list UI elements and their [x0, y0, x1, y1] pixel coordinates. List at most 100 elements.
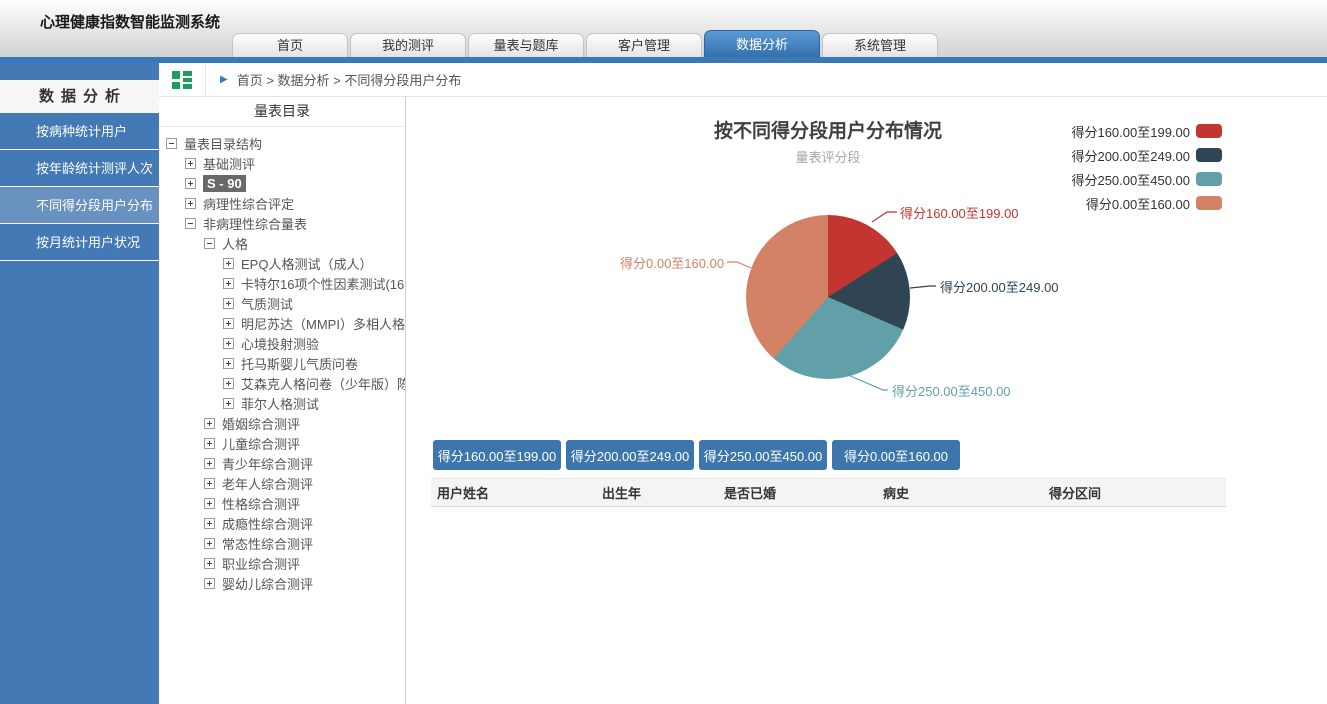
- legend-label: 得分200.00至249.00: [1071, 146, 1190, 165]
- tree-collapse-minus-icon[interactable]: [166, 138, 177, 149]
- tree-expand-plus-icon[interactable]: [204, 578, 215, 589]
- tree-node[interactable]: 职业综合测评: [159, 553, 405, 573]
- legend-label: 得分0.00至160.00: [1086, 194, 1190, 213]
- tree-node[interactable]: 明尼苏达（MMPI）多相人格测试: [159, 313, 405, 333]
- tree-expand-plus-icon[interactable]: [223, 338, 234, 349]
- tree-node[interactable]: 心境投射测验: [159, 333, 405, 353]
- tree-expand-plus-icon[interactable]: [204, 418, 215, 429]
- sidebar: 数据分析 按病种统计用户按年龄统计测评人次不同得分段用户分布按月统计用户状况: [0, 63, 159, 704]
- tree-node-label: 病理性综合评定: [203, 194, 294, 213]
- tree-node-label: 青少年综合测评: [222, 454, 313, 473]
- tree-node[interactable]: 非病理性综合量表: [159, 213, 405, 233]
- tree-node-label: 婚姻综合测评: [222, 414, 300, 433]
- tree-expand-plus-icon[interactable]: [204, 518, 215, 529]
- layout-toggle-button[interactable]: [159, 63, 206, 96]
- tree-node-label: 明尼苏达（MMPI）多相人格测试: [241, 314, 405, 333]
- tree-node[interactable]: 常态性综合测评: [159, 533, 405, 553]
- tree-expand-plus-icon[interactable]: [185, 158, 196, 169]
- tree-node[interactable]: 婴幼儿综合测评: [159, 573, 405, 593]
- segment-button-1[interactable]: 得分160.00至199.00: [433, 440, 561, 470]
- tree-node[interactable]: 人格: [159, 233, 405, 253]
- tree-node[interactable]: 托马斯婴儿气质问卷: [159, 353, 405, 373]
- segment-buttons-row: 得分160.00至199.00得分200.00至249.00得分250.00至4…: [433, 440, 960, 470]
- breadcrumb[interactable]: 首页 > 数据分析 > 不同得分段用户分布: [237, 70, 462, 89]
- legend-label: 得分250.00至450.00: [1071, 170, 1190, 189]
- sidebar-item-3[interactable]: 不同得分段用户分布: [0, 187, 159, 224]
- breadcrumb-bar: ▶ 首页 > 数据分析 > 不同得分段用户分布: [159, 63, 1327, 97]
- legend-swatch: [1196, 148, 1222, 162]
- legend-item-1[interactable]: 得分160.00至199.00: [1071, 119, 1222, 143]
- nav-tab-3[interactable]: 量表与题库: [468, 33, 584, 57]
- scale-tree: 量表目录结构基础测评S - 90病理性综合评定非病理性综合量表人格EPQ人格测试…: [159, 127, 405, 593]
- tree-node[interactable]: 成瘾性综合测评: [159, 513, 405, 533]
- nav-tabs: 首页我的测评量表与题库客户管理数据分析系统管理: [232, 30, 940, 57]
- segment-button-4[interactable]: 得分0.00至160.00: [832, 440, 960, 470]
- legend-item-4[interactable]: 得分0.00至160.00: [1071, 191, 1222, 215]
- tree-node[interactable]: 老年人综合测评: [159, 473, 405, 493]
- tree-node-label: 量表目录结构: [184, 134, 262, 153]
- tree-expand-plus-icon[interactable]: [204, 478, 215, 489]
- tree-expand-plus-icon[interactable]: [223, 318, 234, 329]
- tree-expand-plus-icon[interactable]: [185, 198, 196, 209]
- segment-button-2[interactable]: 得分200.00至249.00: [566, 440, 694, 470]
- tree-node[interactable]: 性格综合测评: [159, 493, 405, 513]
- tree-expand-plus-icon[interactable]: [223, 298, 234, 309]
- nav-tab-4[interactable]: 客户管理: [586, 33, 702, 57]
- pie-chart[interactable]: [746, 215, 910, 379]
- pie-callout-label: 得分250.00至450.00: [892, 381, 1011, 400]
- legend-item-3[interactable]: 得分250.00至450.00: [1071, 167, 1222, 191]
- tree-node[interactable]: 基础测评: [159, 153, 405, 173]
- tree-node[interactable]: 卡特尔16项个性因素测试(16PF: [159, 273, 405, 293]
- tree-node[interactable]: S - 90: [159, 173, 405, 193]
- tree-expand-plus-icon[interactable]: [185, 178, 196, 189]
- legend-item-2[interactable]: 得分200.00至249.00: [1071, 143, 1222, 167]
- tree-node-label: 成瘾性综合测评: [222, 514, 313, 533]
- tree-node[interactable]: 婚姻综合测评: [159, 413, 405, 433]
- tree-node-label: 气质测试: [241, 294, 293, 313]
- pie-callout-label: 得分160.00至199.00: [900, 203, 1019, 222]
- tree-expand-plus-icon[interactable]: [204, 558, 215, 569]
- tree-expand-plus-icon[interactable]: [223, 398, 234, 409]
- tree-node[interactable]: EPQ人格测试（成人）: [159, 253, 405, 273]
- tree-node-label: 菲尔人格测试: [241, 394, 319, 413]
- nav-tab-2[interactable]: 我的测评: [350, 33, 466, 57]
- segment-button-3[interactable]: 得分250.00至450.00: [699, 440, 827, 470]
- tree-expand-plus-icon[interactable]: [204, 438, 215, 449]
- nav-tab-6[interactable]: 系统管理: [822, 33, 938, 57]
- table-col-3: 是否已婚: [718, 483, 877, 502]
- tree-expand-plus-icon[interactable]: [223, 358, 234, 369]
- tree-expand-plus-icon[interactable]: [223, 378, 234, 389]
- app-window: 心理健康指数智能监测系统 首页我的测评量表与题库客户管理数据分析系统管理 数据分…: [0, 0, 1327, 704]
- tree-expand-plus-icon[interactable]: [204, 538, 215, 549]
- tree-node[interactable]: 儿童综合测评: [159, 433, 405, 453]
- table-col-1: 用户姓名: [431, 483, 596, 502]
- nav-tab-1[interactable]: 首页: [232, 33, 348, 57]
- tree-node[interactable]: 量表目录结构: [159, 133, 405, 153]
- tree-node-label: 卡特尔16项个性因素测试(16PF: [241, 274, 405, 293]
- tree-collapse-minus-icon[interactable]: [204, 238, 215, 249]
- users-table-header: 用户姓名出生年是否已婚病史得分区间: [431, 478, 1226, 507]
- tree-node-label: 人格: [222, 234, 248, 253]
- tree-collapse-minus-icon[interactable]: [185, 218, 196, 229]
- tree-node-label: 常态性综合测评: [222, 534, 313, 553]
- chart-legend: 得分160.00至199.00 得分200.00至249.00 得分250.00至4…: [1071, 119, 1222, 215]
- tree-expand-plus-icon[interactable]: [204, 498, 215, 509]
- tree-node[interactable]: 病理性综合评定: [159, 193, 405, 213]
- sidebar-item-1[interactable]: 按病种统计用户: [0, 113, 159, 150]
- tree-expand-plus-icon[interactable]: [204, 458, 215, 469]
- legend-swatch: [1196, 124, 1222, 138]
- sidebar-item-2[interactable]: 按年龄统计测评人次: [0, 150, 159, 187]
- tree-node-label: 儿童综合测评: [222, 434, 300, 453]
- tree-node-label: 婴幼儿综合测评: [222, 574, 313, 593]
- pie-callout-label: 得分200.00至249.00: [940, 277, 1059, 296]
- tree-expand-plus-icon[interactable]: [223, 278, 234, 289]
- sidebar-item-4[interactable]: 按月统计用户状况: [0, 224, 159, 261]
- nav-tab-5[interactable]: 数据分析: [704, 30, 820, 57]
- pie-callout-label: 得分0.00至160.00: [620, 253, 724, 272]
- tree-node[interactable]: 青少年综合测评: [159, 453, 405, 473]
- tree-expand-plus-icon[interactable]: [223, 258, 234, 269]
- tree-node[interactable]: 艾森克人格问卷（少年版）陈仲: [159, 373, 405, 393]
- tree-node-label: 心境投射测验: [241, 334, 319, 353]
- tree-node[interactable]: 气质测试: [159, 293, 405, 313]
- tree-node[interactable]: 菲尔人格测试: [159, 393, 405, 413]
